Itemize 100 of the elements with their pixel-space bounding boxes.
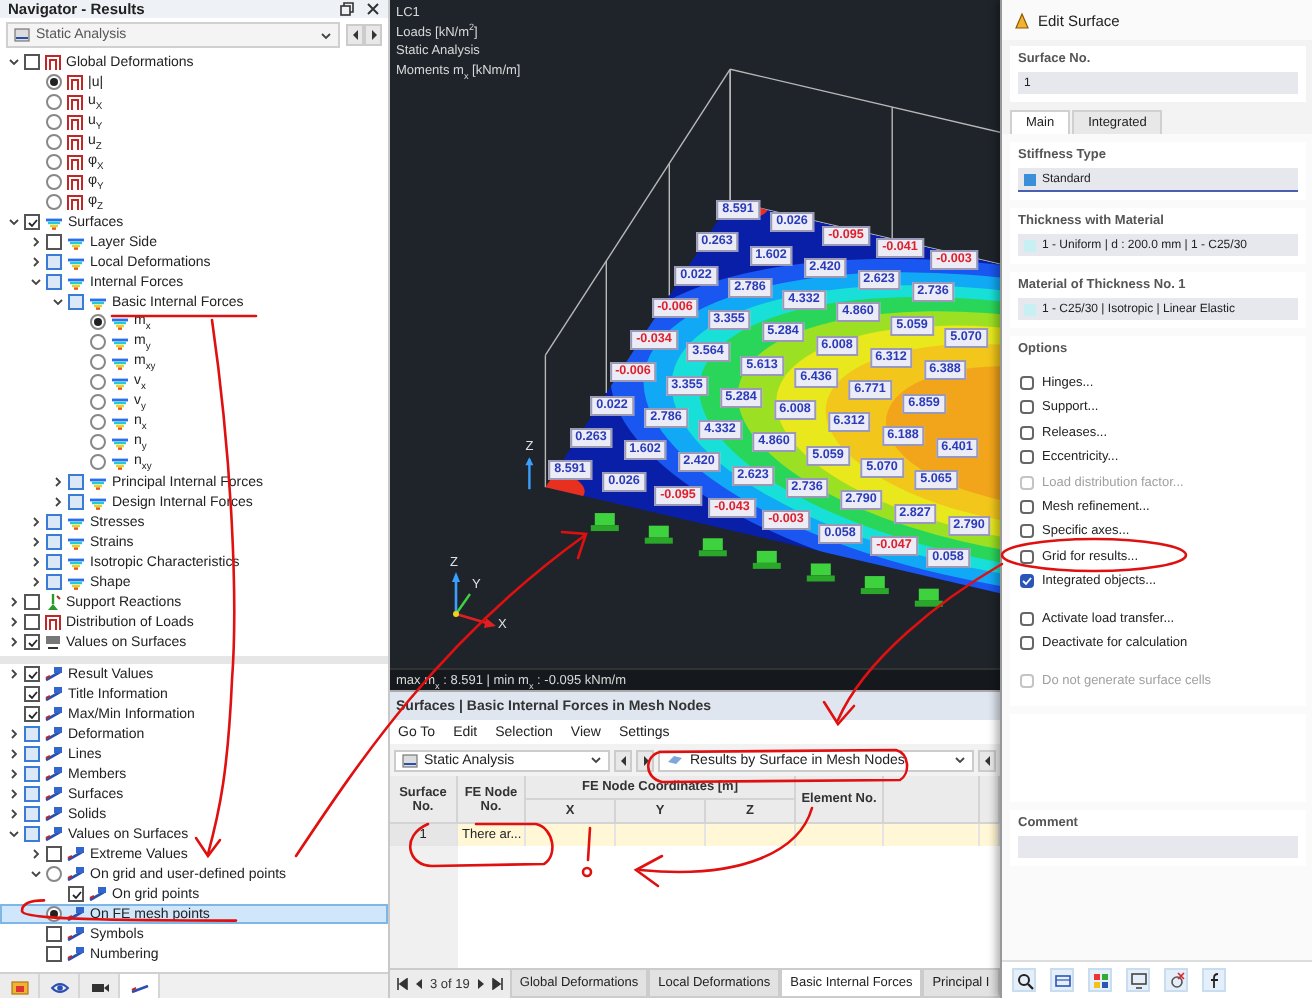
checkbox[interactable] <box>1020 376 1034 390</box>
checkbox[interactable] <box>1020 574 1034 589</box>
checkbox[interactable] <box>24 826 40 842</box>
previous-button[interactable] <box>614 749 632 771</box>
chevron-down-icon[interactable] <box>29 868 41 880</box>
comment-field[interactable] <box>1018 835 1298 858</box>
previous-button[interactable] <box>346 24 364 46</box>
checkbox[interactable] <box>24 614 40 630</box>
toolbar-button[interactable] <box>1202 968 1226 992</box>
chevron-down-icon[interactable] <box>29 276 41 288</box>
chevron-right-icon[interactable] <box>51 476 63 488</box>
close-icon[interactable] <box>366 2 380 16</box>
checkbox[interactable] <box>68 474 84 490</box>
toolbar-button[interactable] <box>1088 968 1112 992</box>
chevron-down-icon[interactable] <box>590 754 602 766</box>
checkbox[interactable] <box>46 574 62 590</box>
radio-button[interactable] <box>46 74 62 90</box>
chevron-down-icon[interactable] <box>7 56 19 68</box>
radio-button[interactable] <box>90 334 106 350</box>
chevron-right-icon[interactable] <box>29 576 41 588</box>
radio-button[interactable] <box>46 154 62 170</box>
chevron-right-icon[interactable] <box>7 808 19 820</box>
checkbox[interactable] <box>46 254 62 270</box>
chevron-right-icon[interactable] <box>7 728 19 740</box>
radio-button[interactable] <box>90 414 106 430</box>
radio-button[interactable] <box>46 866 62 882</box>
radio-button[interactable] <box>46 194 62 210</box>
restore-window-icon[interactable] <box>340 2 354 16</box>
checkbox[interactable] <box>46 926 62 942</box>
chevron-right-icon[interactable] <box>51 496 63 508</box>
checkbox[interactable] <box>24 706 40 722</box>
radio-button[interactable] <box>90 314 106 330</box>
chevron-down-icon[interactable] <box>7 216 19 228</box>
chevron-right-icon[interactable] <box>29 536 41 548</box>
checkbox[interactable] <box>68 294 84 310</box>
checkbox[interactable] <box>24 746 40 762</box>
checkbox[interactable] <box>24 666 40 682</box>
next-button[interactable] <box>636 749 654 771</box>
chevron-right-icon[interactable] <box>7 768 19 780</box>
checkbox[interactable] <box>46 946 62 962</box>
chevron-right-icon[interactable] <box>7 668 19 680</box>
radio-button[interactable] <box>90 394 106 410</box>
radio-button[interactable] <box>90 374 106 390</box>
chevron-down-icon[interactable] <box>7 828 19 840</box>
checkbox[interactable] <box>1020 549 1034 564</box>
radio-button[interactable] <box>90 354 106 370</box>
checkbox[interactable] <box>1020 524 1034 539</box>
chevron-down-icon[interactable] <box>954 754 966 766</box>
chevron-right-icon[interactable] <box>7 636 19 648</box>
navigator-tab[interactable] <box>80 974 120 998</box>
checkbox[interactable] <box>24 594 40 610</box>
checkbox[interactable] <box>24 726 40 742</box>
checkbox[interactable] <box>46 274 62 290</box>
first-page-icon[interactable] <box>396 978 408 990</box>
checkbox[interactable] <box>1020 425 1034 440</box>
checkbox[interactable] <box>24 766 40 782</box>
checkbox[interactable] <box>1020 499 1034 514</box>
navigator-tab[interactable] <box>40 974 80 998</box>
checkbox[interactable] <box>24 634 40 650</box>
checkbox[interactable] <box>24 686 40 702</box>
radio-button[interactable] <box>90 454 106 470</box>
checkbox[interactable] <box>24 806 40 822</box>
last-page-icon[interactable] <box>491 978 504 990</box>
checkbox[interactable] <box>46 514 62 530</box>
checkbox[interactable] <box>1020 450 1034 465</box>
toolbar-button[interactable] <box>1164 968 1188 992</box>
radio-button[interactable] <box>46 134 62 150</box>
next-button[interactable] <box>364 24 382 46</box>
radio-button[interactable] <box>46 94 62 110</box>
toolbar-button[interactable] <box>1012 968 1036 992</box>
checkbox[interactable] <box>46 554 62 570</box>
chevron-right-icon[interactable] <box>29 848 41 860</box>
previous-page-icon[interactable] <box>414 978 424 990</box>
checkbox[interactable] <box>1020 400 1034 415</box>
checkbox[interactable] <box>46 234 62 250</box>
chevron-right-icon[interactable] <box>7 616 19 628</box>
checkbox[interactable] <box>1020 611 1034 626</box>
chevron-right-icon[interactable] <box>7 596 19 608</box>
checkbox[interactable] <box>68 494 84 510</box>
checkbox[interactable] <box>24 54 40 70</box>
chevron-right-icon[interactable] <box>7 788 19 800</box>
chevron-right-icon[interactable] <box>7 748 19 760</box>
checkbox[interactable] <box>24 786 40 802</box>
chevron-right-icon[interactable] <box>29 516 41 528</box>
checkbox[interactable] <box>24 214 40 230</box>
previous-button[interactable] <box>978 749 996 771</box>
checkbox[interactable] <box>1020 636 1034 651</box>
chevron-right-icon[interactable] <box>29 256 41 268</box>
chevron-right-icon[interactable] <box>29 556 41 568</box>
checkbox[interactable] <box>46 534 62 550</box>
chevron-down-icon[interactable] <box>320 29 332 41</box>
radio-button[interactable] <box>46 174 62 190</box>
next-page-icon[interactable] <box>475 978 486 990</box>
checkbox[interactable] <box>46 846 62 862</box>
navigator-tab[interactable] <box>120 974 160 998</box>
chevron-right-icon[interactable] <box>29 236 41 248</box>
checkbox[interactable] <box>68 886 84 902</box>
chevron-down-icon[interactable] <box>51 296 63 308</box>
radio-button[interactable] <box>90 434 106 450</box>
radio-button[interactable] <box>46 114 62 130</box>
